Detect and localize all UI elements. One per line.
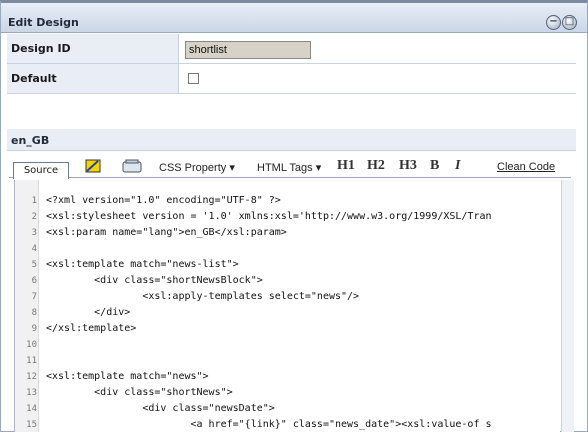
code-line: <div class="shortNews"> [46,387,233,398]
line-number: 15 [26,420,37,430]
default-label: Default [7,64,179,93]
line-number: 13 [26,388,37,398]
design-id-row: Design ID [7,34,576,64]
clean-code-link[interactable]: Clean Code [497,161,555,173]
design-id-label: Design ID [7,34,179,63]
minimize-icon[interactable]: − [546,15,561,30]
line-number: 14 [26,404,37,414]
maximize-icon[interactable]: □ [562,15,577,30]
locale-bar: en_GB [7,129,576,151]
window-title: Edit Design [8,16,79,29]
h1-button[interactable]: H1 [337,158,355,174]
italic-button[interactable]: I [455,158,460,174]
line-number: 7 [31,292,37,302]
code-line: </div> [46,307,131,318]
dropdown-arrow-icon: ▾ [315,162,322,174]
html-tags-label: HTML Tags [257,162,313,174]
code-line: <div class="shortNewsBlock"> [46,275,263,286]
code-line: <?xml version="1.0" encoding="UTF-8" ?> [46,195,281,206]
line-number: 5 [31,260,37,270]
css-property-label: CSS Property [159,162,227,174]
line-number: 8 [31,308,37,318]
design-id-input[interactable] [185,41,311,59]
line-number: 9 [31,324,37,334]
h2-button[interactable]: H2 [367,158,385,174]
source-code-editor[interactable]: 1 <?xml version="1.0" encoding="UTF-8" ?>… [14,180,560,432]
code-line: <xsl:apply-templates select="news"/> [46,291,360,302]
h3-button[interactable]: H3 [399,158,417,174]
line-number: 12 [26,372,37,382]
code-line: <xsl:template match="news-list"> [46,259,239,270]
editor-scrollbar[interactable] [561,180,574,432]
default-row: Default [7,64,576,94]
code-line: <xsl:template match="news"> [46,371,209,382]
default-checkbox[interactable] [188,73,199,84]
code-line: <xsl:stylesheet version = '1.0' xmlns:xs… [46,211,492,222]
line-number: 11 [26,356,37,366]
tab-source[interactable]: Source [13,162,69,179]
line-number: 6 [31,276,37,286]
html-tags-dropdown[interactable]: HTML Tags ▾ [257,161,321,174]
line-number: 10 [26,340,37,350]
line-number: 3 [31,228,37,238]
dropdown-arrow-icon: ▾ [229,162,235,174]
line-number: 4 [31,244,37,254]
color-picker-icon[interactable] [85,158,101,177]
window-titlebar: Edit Design − □ [1,3,587,33]
code-line: </xsl:template> [46,323,137,334]
insert-image-icon[interactable] [122,158,142,177]
line-number: 2 [31,212,37,222]
empty-row [7,94,576,128]
line-number: 1 [31,196,37,206]
code-line: <a href="{link}" class="news_date"><xsl:… [46,419,492,430]
bold-button[interactable]: B [430,158,439,174]
locale-label: en_GB [11,134,50,147]
code-line: <xsl:param name="lang">en_GB</xsl:param> [46,227,287,238]
css-property-dropdown[interactable]: CSS Property ▾ [159,161,235,174]
editor-toolbar: Source CSS Property ▾ HTML Tags ▾ H1 H2 … [9,156,571,179]
code-line: <div class="newsDate"> [46,403,275,414]
